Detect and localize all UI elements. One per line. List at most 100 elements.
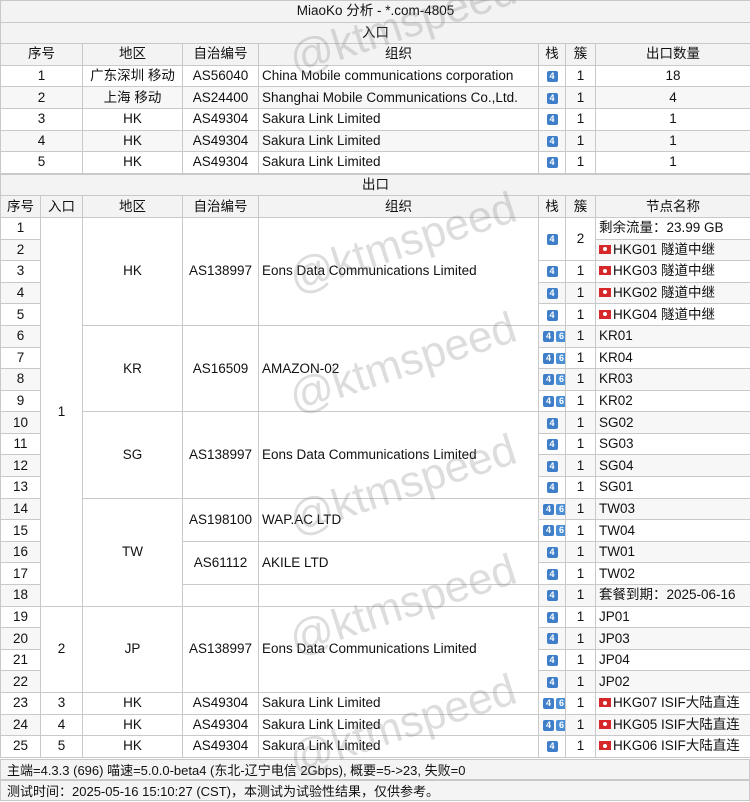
table-row: 1 广东深圳 移动 AS56040 China Mobile communicatio…: [0, 64, 750, 88]
hk-flag-icon: [599, 309, 611, 319]
entry-ref-cell: 2: [40, 605, 83, 694]
org-cell: Eons Data Communications Limited: [258, 605, 539, 694]
index-cell: 18: [0, 584, 41, 607]
region-cell: 广东深圳 移动: [82, 64, 183, 88]
asn-cell: AS49304: [182, 129, 259, 153]
ipv4-badge: 4: [546, 114, 558, 126]
org-cell: Sakura Link Limited: [258, 129, 539, 153]
stack-cell: 4: [538, 432, 566, 456]
asn-cell: AS49304: [182, 107, 259, 131]
entry-ref-cell: 3: [40, 692, 83, 715]
org-cell: Sakura Link Limited: [258, 735, 539, 758]
stack-cell: 4: [538, 216, 566, 262]
ipv4-badge: 4: [546, 633, 558, 645]
stack-cell: 46: [538, 519, 566, 542]
cluster-cell: 1: [565, 670, 596, 693]
col-header-org: 组织: [258, 195, 539, 218]
cluster-cell: 1: [565, 627, 596, 650]
result-panel: MiaoKo 分析 - *.com-4805 入口 序号 地区 自治编号 组织 …: [0, 0, 750, 758]
page-title: MiaoKo 分析 - *.com-4805: [0, 0, 750, 23]
cluster-cell: 1: [565, 389, 596, 413]
index-cell: 2: [0, 238, 41, 262]
index-cell: 6: [0, 324, 41, 348]
cluster-cell: 1: [565, 107, 596, 131]
region-cell: HK: [82, 692, 183, 715]
index-cell: 22: [0, 670, 41, 693]
ipv4-badge: 4: [543, 525, 554, 537]
node-name-text: HKG02 隧道中继: [613, 285, 716, 301]
table-row: 19 2 JP AS138997 Eons Data Communications Li…: [0, 605, 750, 694]
entry-ref-cell: 5: [40, 735, 83, 758]
node-name-cell: TW02: [595, 562, 750, 586]
ipv4-badge: 4: [546, 655, 558, 667]
exit-count-cell: 1: [594, 107, 750, 131]
node-name-text: HKG07 ISIF大陆直连: [613, 695, 740, 711]
exit-header-row: 序号 入口 地区 自治编号 组织 栈 簇 节点名称: [0, 195, 750, 218]
table-row: 1 1 HK AS138997 Eons Data Communications Lim…: [0, 216, 750, 607]
node-name-cell: TW04: [595, 519, 750, 542]
hk-flag-icon: [599, 698, 611, 708]
org-cell: Sakura Link Limited: [258, 107, 539, 131]
node-name-text: JP01: [599, 608, 630, 624]
stack-cell: 4: [538, 64, 566, 88]
ipv4-badge: 4: [546, 157, 558, 169]
cluster-cell: 1: [565, 260, 596, 283]
ipv4-badge: 4: [543, 698, 554, 710]
cluster-cell: 1: [565, 519, 596, 542]
node-name-cell: SG02: [595, 411, 750, 434]
col-header-index: 序号: [0, 43, 83, 66]
region-cell: HK: [82, 151, 183, 174]
hk-flag-icon: [599, 287, 611, 297]
asn-cell: AS16509: [182, 324, 259, 413]
region-cell: 上海 移动: [82, 86, 183, 109]
stack-cell: 46: [538, 346, 566, 370]
node-name-text: SG01: [599, 479, 634, 495]
stack-cell: 4: [538, 605, 566, 629]
org-cell: AMAZON-02: [258, 324, 539, 413]
index-cell: 7: [0, 346, 41, 370]
stack-cell: 4: [538, 648, 566, 672]
cluster-cell: 1: [565, 281, 596, 305]
asn-cell: AS49304: [182, 151, 259, 174]
region-cell: HK: [82, 107, 183, 131]
node-name-cell: TW01: [595, 540, 750, 564]
cluster-cell: 1: [565, 411, 596, 434]
ipv4-badge: 4: [543, 352, 554, 364]
org-cell: Sakura Link Limited: [258, 713, 539, 737]
org-cell: Eons Data Communications Limited: [258, 411, 539, 499]
node-name-text: TW03: [599, 500, 636, 516]
exit-count-cell: 18: [594, 64, 750, 88]
ipv6-badge: 6: [556, 352, 565, 364]
node-name-cell: KR01: [595, 324, 750, 348]
table-row: 24 4 HK AS49304 Sakura Link Limited 4 6 1 HKG05 …: [0, 713, 750, 737]
footer-test-time: 测试时间：2025-05-16 15:10:27 (CST)，本测试为试验性结果…: [0, 780, 750, 801]
hk-flag-icon: [599, 741, 611, 751]
node-name-cell: 套餐到期：2025-06-16: [595, 584, 750, 607]
cluster-cell: 1: [565, 454, 596, 478]
index-cell: 24: [0, 713, 41, 737]
exit-section-label: 出口: [0, 173, 750, 197]
asn-cell: AS198100: [182, 497, 259, 542]
index-cell: 17: [0, 562, 41, 586]
ipv6-badge: 6: [556, 503, 565, 515]
org-cell: WAP.AC LTD: [258, 497, 539, 542]
ipv4-badge: 4: [546, 741, 558, 753]
col-header-index: 序号: [0, 195, 41, 218]
region-cell: SG: [82, 411, 183, 499]
node-name-cell: JP03: [595, 627, 750, 650]
node-name-cell: HKG01 隧道中继: [595, 238, 750, 262]
stack-cell: 4: [538, 303, 566, 326]
node-name-text: KR03: [599, 371, 633, 387]
stack-cell: 46: [538, 389, 566, 413]
stack-cell: 4: [538, 281, 566, 305]
entry-ref-cell: 4: [40, 713, 83, 737]
org-cell: [258, 584, 539, 607]
ipv4-badge: 4: [546, 676, 558, 688]
stack-cell: 4: [538, 562, 566, 586]
node-name-text: TW01: [599, 544, 636, 560]
cluster-cell: 1: [565, 368, 596, 391]
ipv4-badge: 4: [546, 460, 558, 472]
node-name-cell: HKG03 隧道中继: [595, 260, 750, 283]
ipv4-badge: 4: [546, 266, 558, 278]
exit-count-cell: 1: [594, 129, 750, 153]
